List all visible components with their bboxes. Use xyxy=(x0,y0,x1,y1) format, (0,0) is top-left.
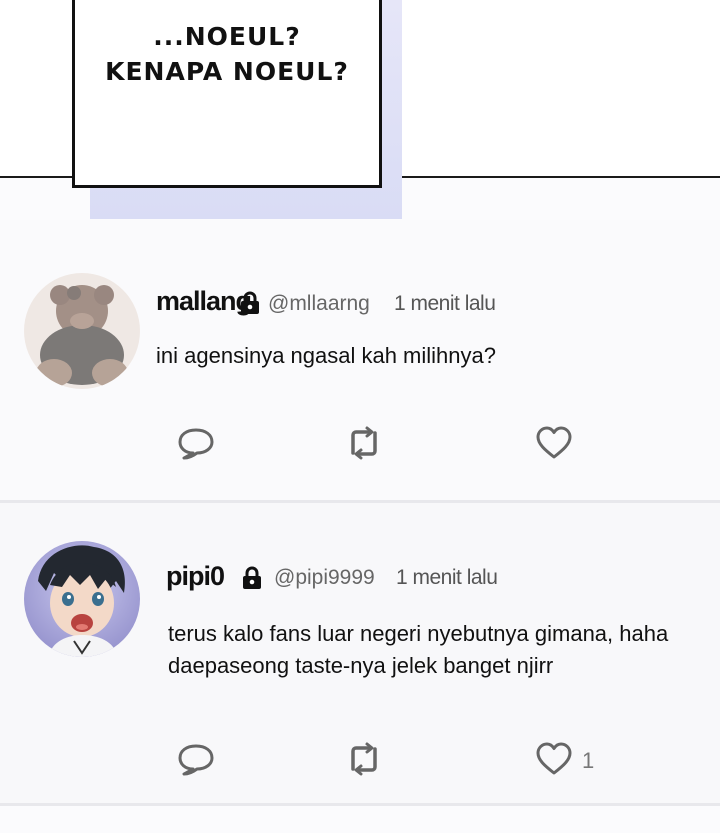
post-time: 1 menit lalu xyxy=(394,292,496,315)
repost-icon xyxy=(351,742,377,776)
lock-icon xyxy=(239,291,261,320)
lock-icon xyxy=(241,566,263,595)
user-name[interactable]: mallang xyxy=(156,286,252,317)
post-card: mallang @mllaarng 1 menit lalu ini agens… xyxy=(0,220,720,503)
speech-bubble-icon xyxy=(178,744,214,776)
teddy-bear-avatar-icon xyxy=(24,273,140,389)
speech-bubble: ...NOEUL? KENAPA NOEUL? xyxy=(72,0,382,188)
speech-text: ...NOEUL? KENAPA NOEUL? xyxy=(75,19,379,89)
post-text-line-2: daepaseong taste-nya jelek banget njirr xyxy=(168,653,554,678)
post-card: pipi0 @pipi9999 1 menit lalu terus kalo … xyxy=(0,503,720,806)
post-time: 1 menit lalu xyxy=(396,566,498,589)
anime-boy-avatar-icon xyxy=(24,541,140,657)
user-name[interactable]: pipi0 xyxy=(166,561,225,592)
speech-line-1: ...NOEUL? xyxy=(153,22,301,51)
like-button[interactable] xyxy=(535,741,573,782)
user-handle[interactable]: @mllaarng xyxy=(268,292,370,316)
reply-button[interactable] xyxy=(176,741,216,782)
speech-bubble-icon xyxy=(178,428,214,460)
repost-icon xyxy=(351,426,377,460)
post-text-line-1: terus kalo fans luar negeri nyebutnya gi… xyxy=(168,621,669,646)
post-text: ini agensinya ngasal kah milihnya? xyxy=(156,343,496,368)
reply-button[interactable] xyxy=(176,425,216,466)
repost-button[interactable] xyxy=(343,741,385,782)
post-text: terus kalo fans luar negeri nyebutnya gi… xyxy=(168,618,668,682)
user-handle[interactable]: @pipi9999 xyxy=(274,566,375,590)
heart-icon xyxy=(536,742,572,775)
like-button[interactable] xyxy=(535,425,573,466)
avatar[interactable] xyxy=(24,541,140,657)
feed-bottom xyxy=(0,806,720,833)
avatar[interactable] xyxy=(24,273,140,389)
heart-icon xyxy=(536,426,572,459)
like-count: 1 xyxy=(582,748,595,773)
repost-button[interactable] xyxy=(343,425,385,466)
speech-line-2: KENAPA NOEUL? xyxy=(105,57,349,86)
